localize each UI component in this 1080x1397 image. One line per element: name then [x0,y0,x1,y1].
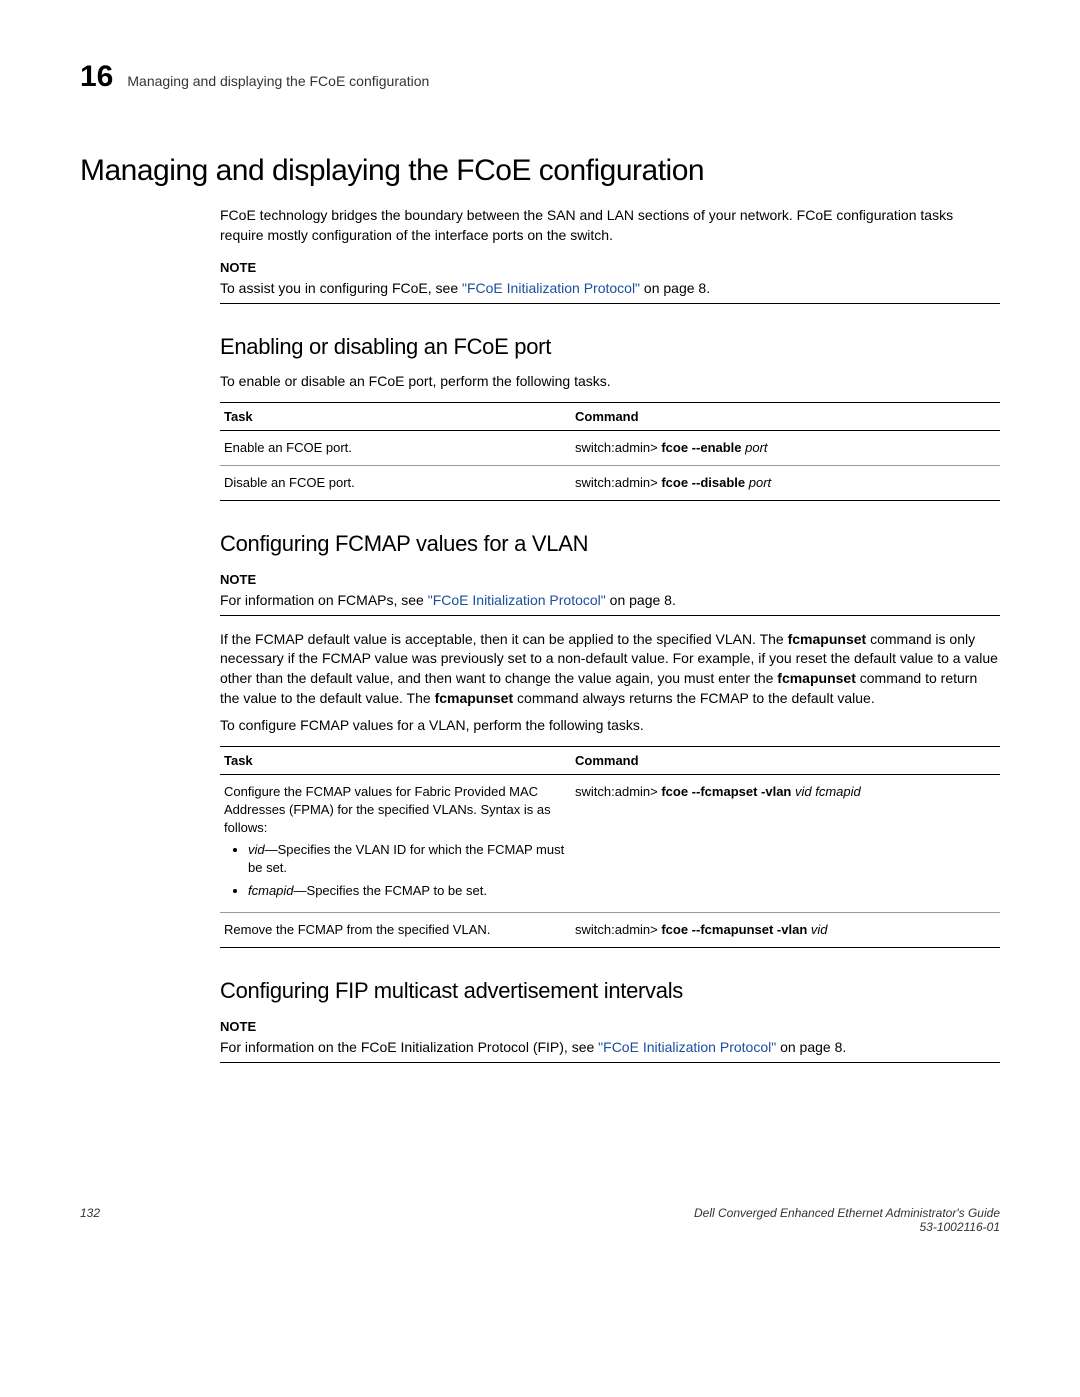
cmd-prompt: switch:admin> [575,440,661,455]
cmd-arg: vid fcmapid [791,784,860,799]
task-cell: Disable an FCOE port. [220,465,571,500]
command-cell: switch:admin> fcoe --disable port [571,465,1000,500]
chapter-title: Managing and displaying the FCoE configu… [127,73,429,89]
cmd-name: fcmapunset [435,690,514,706]
table-header-row: Task Command [220,402,1000,430]
fip-heading: Configuring FIP multicast advertisement … [220,978,1000,1004]
cmd-bold: fcoe --fcmapset -vlan [661,784,791,799]
note-text: For information on FCMAPs, see [220,592,428,608]
chapter-number: 16 [80,60,113,94]
fcmap-paragraph-2: To configure FCMAP values for a VLAN, pe… [220,716,1000,736]
note-body: For information on the FCoE Initializati… [220,1038,1000,1058]
page-number: 132 [80,1206,100,1234]
list-item: fcmapid—Specifies the FCMAP to be set. [248,882,567,900]
col-command-header: Command [571,402,1000,430]
cmd-arg: port [745,475,771,490]
page-header: 16 Managing and displaying the FCoE conf… [80,60,1000,94]
main-heading: Managing and displaying the FCoE configu… [80,154,1000,188]
task-desc: Configure the FCMAP values for Fabric Pr… [224,784,551,835]
doc-title: Dell Converged Enhanced Ethernet Adminis… [694,1206,1000,1220]
table-row: Enable an FCOE port. switch:admin> fcoe … [220,430,1000,465]
note-text-suffix: on page 8. [776,1039,846,1055]
command-cell: switch:admin> fcoe --fcmapunset -vlan vi… [571,912,1000,947]
text: command always returns the FCMAP to the … [513,690,875,706]
page-footer: 132 Dell Converged Enhanced Ethernet Adm… [80,1206,1000,1234]
cmd-prompt: switch:admin> [575,922,661,937]
enable-command-table: Task Command Enable an FCOE port. switch… [220,402,1000,501]
param-name: fcmapid [248,883,294,898]
command-cell: switch:admin> fcoe --fcmapset -vlan vid … [571,774,1000,912]
note-text-suffix: on page 8. [640,280,710,296]
cmd-prompt: switch:admin> [575,475,661,490]
task-cell: Configure the FCMAP values for Fabric Pr… [220,774,571,912]
doc-number: 53-1002116-01 [919,1220,1000,1234]
cmd-prompt: switch:admin> [575,784,661,799]
cmd-name: fcmapunset [777,670,856,686]
fcoe-init-protocol-link[interactable]: "FCoE Initialization Protocol" [598,1039,776,1055]
cmd-bold: fcoe --fcmapunset -vlan [661,922,807,937]
intro-paragraph: FCoE technology bridges the boundary bet… [220,206,1000,245]
list-item: vid—Specifies the VLAN ID for which the … [248,841,567,877]
text: If the FCMAP default value is acceptable… [220,631,788,647]
fcmap-heading: Configuring FCMAP values for a VLAN [220,531,1000,557]
param-name: vid [248,842,265,857]
note-rule [220,303,1000,304]
cmd-bold: fcoe --enable [661,440,741,455]
fcmap-paragraph: If the FCMAP default value is acceptable… [220,630,1000,708]
note-label: NOTE [220,259,1000,277]
table-header-row: Task Command [220,746,1000,774]
fcoe-init-protocol-link[interactable]: "FCoE Initialization Protocol" [428,592,606,608]
syntax-list: vid—Specifies the VLAN ID for which the … [226,841,567,900]
table-row: Remove the FCMAP from the specified VLAN… [220,912,1000,947]
task-cell: Enable an FCOE port. [220,430,571,465]
note-body: For information on FCMAPs, see "FCoE Ini… [220,591,1000,611]
note-text: To assist you in configuring FCoE, see [220,280,462,296]
cmd-name: fcmapunset [788,631,867,647]
note-label: NOTE [220,571,1000,589]
enable-intro: To enable or disable an FCoE port, perfo… [220,372,1000,392]
fcmap-command-table: Task Command Configure the FCMAP values … [220,746,1000,948]
note-text: For information on the FCoE Initializati… [220,1039,598,1055]
table-row: Configure the FCMAP values for Fabric Pr… [220,774,1000,912]
param-desc: —Specifies the VLAN ID for which the FCM… [248,842,564,875]
enable-fcoe-port-heading: Enabling or disabling an FCoE port [220,334,1000,360]
param-desc: —Specifies the FCMAP to be set. [294,883,487,898]
fcoe-init-protocol-link[interactable]: "FCoE Initialization Protocol" [462,280,640,296]
note-rule [220,1062,1000,1063]
col-command-header: Command [571,746,1000,774]
cmd-bold: fcoe --disable [661,475,745,490]
cmd-arg: vid [807,922,827,937]
note-rule [220,615,1000,616]
col-task-header: Task [220,746,571,774]
task-cell: Remove the FCMAP from the specified VLAN… [220,912,571,947]
cmd-arg: port [742,440,768,455]
command-cell: switch:admin> fcoe --enable port [571,430,1000,465]
footer-doc-info: Dell Converged Enhanced Ethernet Adminis… [694,1206,1000,1234]
table-row: Disable an FCOE port. switch:admin> fcoe… [220,465,1000,500]
note-text-suffix: on page 8. [606,592,676,608]
note-label: NOTE [220,1018,1000,1036]
note-body: To assist you in configuring FCoE, see "… [220,279,1000,299]
col-task-header: Task [220,402,571,430]
